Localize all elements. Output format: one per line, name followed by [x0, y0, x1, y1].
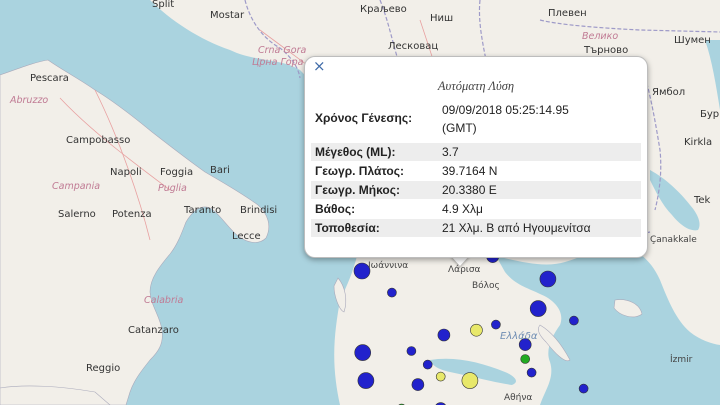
place-label: Pescara [30, 73, 69, 84]
row-value: 3.7 [442, 145, 459, 159]
region-label: Puglia [158, 183, 187, 194]
place-label: Αθήνα [504, 393, 533, 403]
row-value: 39.7164 N [442, 164, 498, 178]
earthquake-marker[interactable] [437, 328, 451, 342]
row-value: 4.9 Χλμ [442, 202, 483, 216]
place-label: Foggia [160, 167, 194, 178]
place-label: Търново [584, 45, 629, 56]
place-label: Ελλάδα [500, 331, 538, 342]
place-label: Лесковац [388, 41, 439, 52]
row-magnitude: Μέγεθος (ML): 3.7 [311, 143, 641, 161]
place-label: Brindisi [240, 205, 278, 216]
row-latitude: Γεωγρ. Πλάτος: 39.7164 N [311, 162, 641, 180]
earthquake-marker[interactable] [411, 378, 425, 391]
place-label: Бур [700, 109, 720, 120]
row-label: Χρόνος Γένεσης: [315, 111, 413, 125]
earthquake-marker[interactable] [529, 300, 547, 317]
place-label: Шумен [674, 35, 711, 46]
region-label: Calabria [144, 295, 184, 306]
row-value-secondary: (GMT) [442, 121, 477, 135]
row-value: 20.3380 E [442, 183, 497, 197]
earthquake-marker[interactable] [491, 319, 501, 330]
row-label: Τοποθεσία: [315, 221, 380, 235]
place-label: Catanzaro [128, 325, 179, 336]
close-icon[interactable]: × [313, 59, 326, 74]
earthquake-marker[interactable] [387, 287, 397, 298]
place-label: Ιωάννινα [368, 261, 409, 271]
place-label: Çanakkale [650, 235, 697, 245]
popup-title: Αυτόματη Λύση [437, 79, 515, 93]
place-label: Ниш [430, 13, 454, 24]
earthquake-marker[interactable] [578, 383, 589, 394]
earthquake-marker[interactable] [539, 270, 557, 288]
place-label: Плевен [548, 8, 587, 19]
row-value: 09/09/2018 05:25:14.95 [442, 103, 569, 117]
region-label: Abruzzo [10, 95, 49, 106]
earthquake-marker[interactable] [422, 359, 433, 370]
earthquake-marker[interactable] [357, 372, 375, 389]
earthquake-marker[interactable] [461, 372, 479, 389]
place-label: Potenza [112, 209, 152, 220]
earthquake-marker[interactable] [435, 371, 446, 382]
earthquake-marker[interactable] [569, 315, 579, 326]
place-label: Napoli [110, 167, 142, 178]
place-label: Kirkla [684, 137, 713, 148]
region-label: Campania [52, 181, 101, 192]
earthquake-marker[interactable] [470, 323, 483, 337]
place-label: Βόλος [472, 281, 500, 291]
earthquake-marker[interactable] [406, 346, 417, 356]
row-origin-time: Χρόνος Γένεσης: 09/09/2018 05:25:14.95 (… [311, 101, 641, 137]
place-label: Lecce [232, 231, 261, 242]
place-label: Ямбол [652, 87, 686, 98]
row-location: Τοποθεσία: 21 Χλμ. Β από Ηγουμενίτσα [311, 219, 641, 237]
place-label: Taranto [184, 205, 222, 216]
place-label: Bari [210, 165, 230, 176]
place-label: Mostar [210, 10, 245, 21]
place-label: Tek [694, 195, 711, 206]
row-depth: Βάθος: 4.9 Χλμ [311, 200, 641, 218]
place-label: İzmir [670, 355, 693, 365]
row-label: Γεωγρ. Μήκος: [315, 183, 400, 197]
place-label: Split [152, 0, 175, 10]
place-label: Campobasso [66, 135, 131, 146]
place-label: Salerno [58, 209, 96, 220]
place-label: Краљево [360, 4, 407, 15]
place-label: Reggio [86, 363, 121, 374]
place-label: Λάρισα [448, 265, 481, 275]
row-label: Μέγεθος (ML): [315, 145, 396, 159]
row-label: Γεωγρ. Πλάτος: [315, 164, 404, 178]
row-value: 21 Χλμ. Β από Ηγουμενίτσα [442, 221, 591, 235]
row-longitude: Γεωγρ. Μήκος: 20.3380 E [311, 181, 641, 199]
earthquake-info-popup: × Αυτόματη Λύση Χρόνος Γένεσης: 09/09/20… [304, 56, 648, 258]
earthquake-marker[interactable] [354, 344, 372, 361]
region-label: Crna Gora [258, 45, 307, 56]
region-label: Велико [582, 31, 619, 42]
region-label: Црна Гора [252, 57, 304, 68]
earthquake-marker[interactable] [520, 354, 531, 364]
earthquake-marker[interactable] [526, 367, 537, 378]
row-label: Βάθος: [315, 202, 356, 216]
